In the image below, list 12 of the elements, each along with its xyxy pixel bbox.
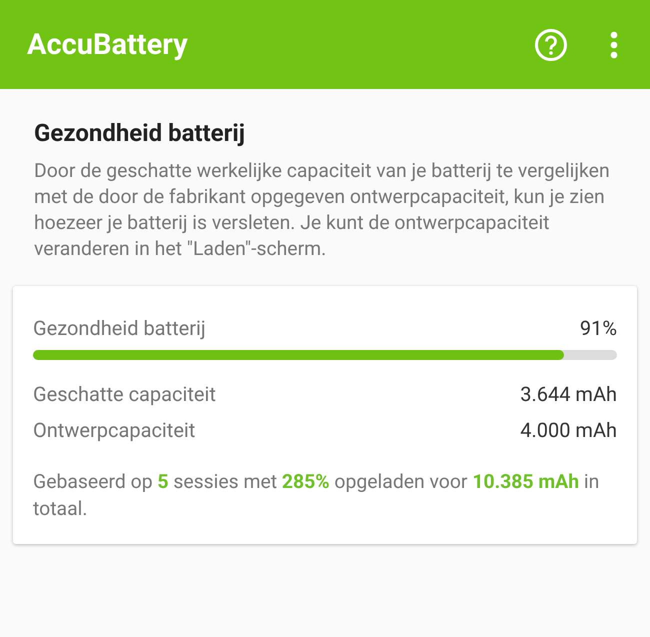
health-label: Gezondheid batterij: [33, 315, 206, 342]
more-menu-icon[interactable]: [609, 30, 619, 58]
stat-label: Ontwerpcapaciteit: [33, 417, 196, 444]
stat-label: Geschatte capaciteit: [33, 381, 216, 408]
section-title: Gezondheid batterij: [33, 119, 246, 147]
summary-text: Gebaseerd op 5 sessies met 285% opgeladen voor 10.385 mAh in totaal.: [33, 469, 600, 522]
section-description: Door de geschatte werkelijke capaciteit van je batterij te vergelijken met de door de fabrikant opgegeven ontwerpcapaciteit, kun je zien hoezeer je batterij is versleten. Je kunt de ontwerpcapaciteit veranderen in het "Laden"-scherm.: [33, 158, 611, 262]
help-icon[interactable]: [534, 28, 568, 62]
stat-value: 3.644 mAh: [520, 381, 617, 408]
health-value: 91%: [580, 315, 617, 342]
app-title: AccuBattery: [27, 28, 188, 62]
stat-value: 4.000 mAh: [520, 417, 617, 444]
